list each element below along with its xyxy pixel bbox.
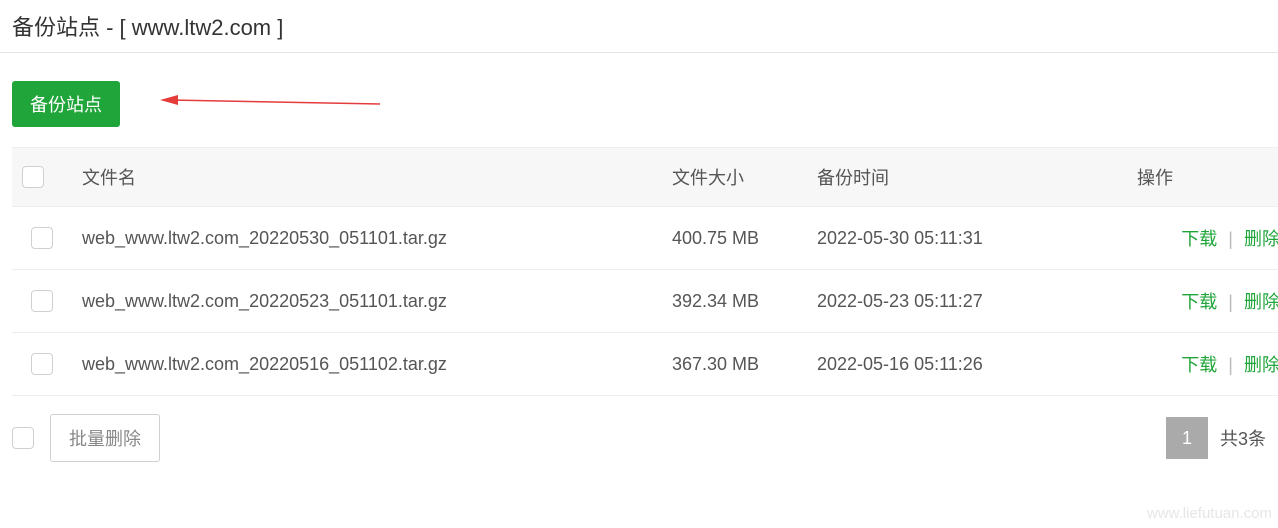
- table-row: web_www.ltw2.com_20220523_051101.tar.gz …: [12, 270, 1278, 333]
- cell-filename: web_www.ltw2.com_20220516_051102.tar.gz: [72, 333, 662, 396]
- cell-filename: web_www.ltw2.com_20220523_051101.tar.gz: [72, 270, 662, 333]
- col-filesize: 文件大小: [662, 148, 807, 207]
- arrow-annotation-icon: [160, 95, 380, 109]
- table-row: web_www.ltw2.com_20220516_051102.tar.gz …: [12, 333, 1278, 396]
- ops-separator: |: [1228, 229, 1233, 249]
- toolbar: 备份站点: [0, 53, 1278, 147]
- delete-link[interactable]: 删除: [1244, 292, 1278, 312]
- download-link[interactable]: 下载: [1181, 355, 1217, 375]
- backup-table: 文件名 文件大小 备份时间 操作 web_www.ltw2.com_202205…: [12, 147, 1278, 396]
- watermark: www.liefutuan.com: [1147, 505, 1272, 522]
- footer-select-all-checkbox[interactable]: [12, 427, 34, 449]
- row-checkbox[interactable]: [31, 353, 53, 375]
- col-backup-time: 备份时间: [807, 148, 1127, 207]
- cell-filesize: 367.30 MB: [662, 333, 807, 396]
- batch-delete-button[interactable]: 批量删除: [50, 414, 160, 462]
- download-link[interactable]: 下载: [1181, 229, 1217, 249]
- delete-link[interactable]: 删除: [1244, 229, 1278, 249]
- col-filename: 文件名: [72, 148, 662, 207]
- cell-filesize: 400.75 MB: [662, 207, 807, 270]
- cell-backup-time: 2022-05-30 05:11:31: [807, 207, 1127, 270]
- col-operations: 操作: [1127, 148, 1278, 207]
- page-total-label: 共3条: [1220, 425, 1266, 451]
- cell-filename: web_www.ltw2.com_20220530_051101.tar.gz: [72, 207, 662, 270]
- backup-site-button[interactable]: 备份站点: [12, 81, 120, 127]
- cell-filesize: 392.34 MB: [662, 270, 807, 333]
- panel-title: 备份站点 - [ www.ltw2.com ]: [0, 0, 1278, 53]
- ops-separator: |: [1228, 292, 1233, 312]
- delete-link[interactable]: 删除: [1244, 355, 1278, 375]
- table-footer: 批量删除 1 共3条: [0, 396, 1278, 480]
- cell-backup-time: 2022-05-16 05:11:26: [807, 333, 1127, 396]
- cell-backup-time: 2022-05-23 05:11:27: [807, 270, 1127, 333]
- row-checkbox[interactable]: [31, 227, 53, 249]
- ops-separator: |: [1228, 355, 1233, 375]
- row-checkbox[interactable]: [31, 290, 53, 312]
- download-link[interactable]: 下载: [1181, 292, 1217, 312]
- table-header-row: 文件名 文件大小 备份时间 操作: [12, 148, 1278, 207]
- table-row: web_www.ltw2.com_20220530_051101.tar.gz …: [12, 207, 1278, 270]
- page-current-button[interactable]: 1: [1166, 417, 1208, 459]
- select-all-checkbox[interactable]: [22, 166, 44, 188]
